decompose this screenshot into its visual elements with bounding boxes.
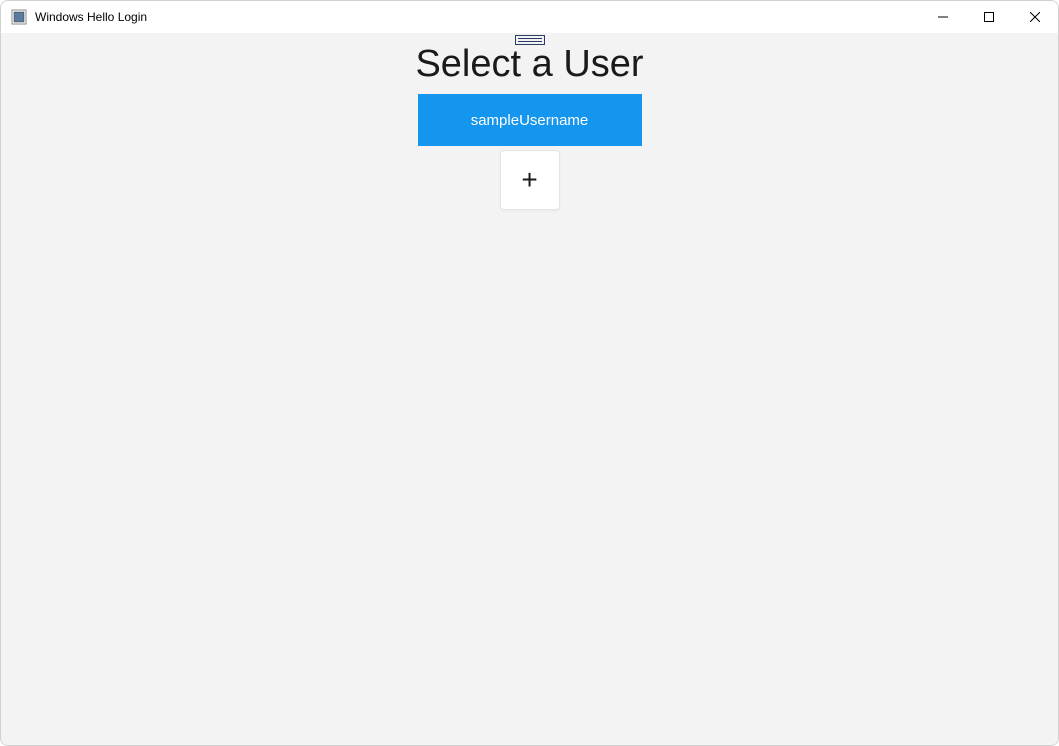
titlebar-left: Windows Hello Login bbox=[11, 9, 147, 25]
content-area: Select a User sampleUsername + bbox=[1, 33, 1058, 745]
user-button-sampleusername[interactable]: sampleUsername bbox=[418, 94, 642, 146]
maximize-icon bbox=[984, 10, 994, 25]
close-button[interactable] bbox=[1012, 1, 1058, 33]
maximize-button[interactable] bbox=[966, 1, 1012, 33]
window-title: Windows Hello Login bbox=[35, 10, 147, 24]
close-icon bbox=[1030, 10, 1040, 25]
app-icon bbox=[11, 9, 27, 25]
minimize-button[interactable] bbox=[920, 1, 966, 33]
app-window: Windows Hello Login bbox=[0, 0, 1059, 746]
titlebar: Windows Hello Login bbox=[1, 1, 1058, 33]
page-title: Select a User bbox=[415, 43, 643, 86]
plus-icon: + bbox=[521, 164, 537, 196]
minimize-icon bbox=[938, 10, 948, 25]
titlebar-controls bbox=[920, 1, 1058, 33]
add-user-button[interactable]: + bbox=[500, 150, 560, 210]
